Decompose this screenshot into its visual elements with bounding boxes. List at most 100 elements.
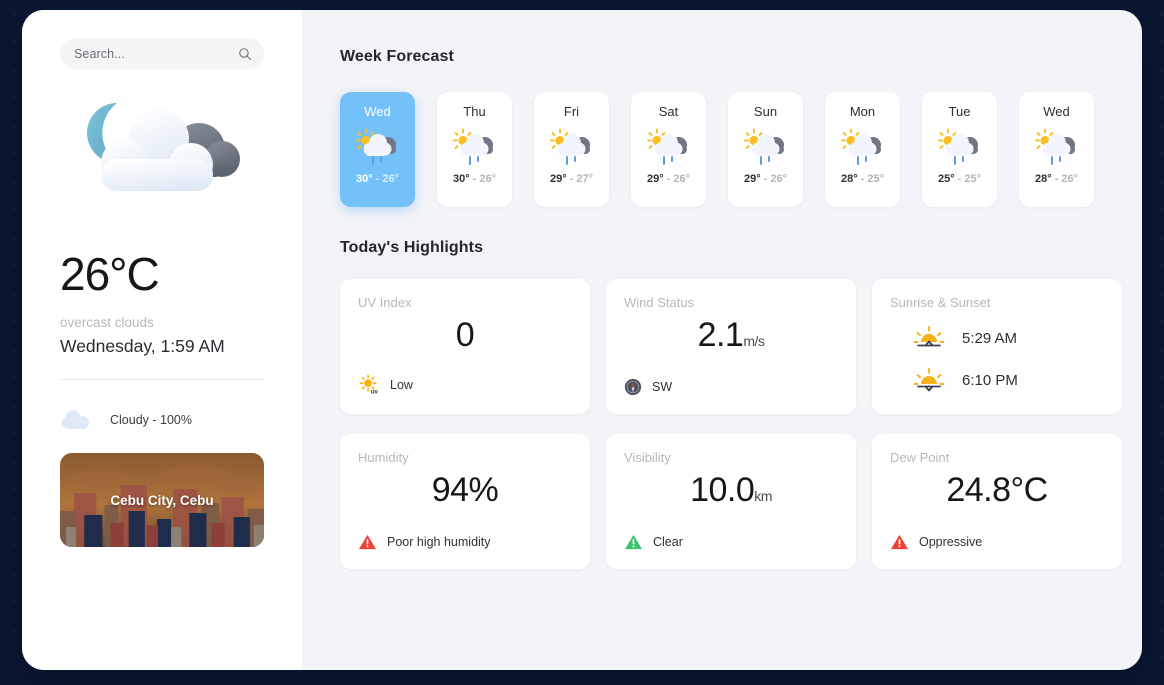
dew-point-status: Oppressive	[919, 535, 983, 549]
forecast-low: 26°	[770, 173, 788, 185]
sunrise-time: 5:29 AM	[962, 329, 1018, 347]
sun-cloud-rain-icon	[840, 125, 886, 169]
sunrise-icon	[913, 326, 945, 347]
highlight-card-uv-index: UV Index 0 uv Low	[340, 279, 590, 414]
highlights-grid: UV Index 0 uv Low Wind Status 2.1m/s SW …	[340, 279, 1122, 569]
sun-cloud-rain-icon	[743, 125, 789, 169]
compass-icon	[624, 378, 642, 396]
forecast-high: 30°	[355, 173, 373, 185]
cloudiness-label: Cloudy - 100%	[110, 413, 192, 427]
highlights-title: Today's Highlights	[340, 239, 484, 256]
forecast-low: 26°	[479, 173, 497, 185]
search-input[interactable]	[74, 46, 238, 61]
uv-sun-icon: uv	[359, 374, 379, 395]
sunset-icon	[913, 368, 945, 392]
sunrise-sunset-label: Sunrise & Sunset	[890, 295, 991, 310]
dew-point-value: 24.8°C	[946, 471, 1048, 509]
weather-app-window: 26°C overcast clouds Wednesday, 1:59 AM …	[22, 10, 1142, 670]
forecast-day-card[interactable]: Wed 28° - 26°	[1019, 92, 1094, 207]
highlight-card-sunrise-sunset: Sunrise & Sunset 5:29 AM 6:10 PM	[872, 279, 1122, 414]
search-icon[interactable]	[238, 47, 252, 61]
sun-cloud-rain-icon	[355, 125, 401, 169]
cloudiness-row: Cloudy - 100%	[60, 409, 264, 431]
forecast-sep: -	[954, 173, 965, 185]
current-datetime: Wednesday, 1:59 AM	[60, 336, 225, 356]
sidebar: 26°C overcast clouds Wednesday, 1:59 AM …	[22, 10, 302, 670]
forecast-day-card[interactable]: Wed 30° - 26°	[340, 92, 415, 207]
visibility-label: Visibility	[624, 450, 671, 465]
forecast-low: 25°	[867, 173, 885, 185]
warning-triangle-icon	[890, 534, 909, 550]
forecast-day-name: Wed	[364, 104, 391, 119]
forecast-day-name: Mon	[849, 104, 876, 119]
forecast-sep: -	[372, 173, 383, 185]
forecast-high: 29°	[646, 173, 664, 185]
sidebar-divider	[60, 379, 264, 380]
svg-text:uv: uv	[371, 389, 379, 395]
forecast-low: 25°	[964, 173, 982, 185]
forecast-day-name: Thu	[463, 104, 486, 119]
forecast-low: 26°	[673, 173, 691, 185]
forecast-low: 26°	[1061, 173, 1079, 185]
search-bar[interactable]	[60, 38, 264, 69]
forecast-high: 25°	[937, 173, 955, 185]
current-temperature: 26°C	[60, 248, 160, 300]
wind-status-unit: m/s	[743, 333, 765, 349]
forecast-day-name: Fri	[563, 104, 580, 119]
forecast-day-card[interactable]: Fri 29° - 27°	[534, 92, 609, 207]
week-forecast-list: Wed 30° - 26° Thu 30° - 26° Fri 29° - 27…	[340, 92, 1096, 207]
highlight-card-visibility: Visibility 10.0km Clear	[606, 434, 856, 569]
city-card[interactable]: Cebu City, Cebu	[60, 453, 264, 547]
humidity-value: 94%	[431, 471, 499, 509]
uv-index-status: Low	[390, 378, 413, 392]
sun-cloud-rain-icon	[549, 125, 595, 169]
forecast-day-name: Wed	[1043, 104, 1070, 119]
current-condition: overcast clouds	[60, 315, 154, 330]
sun-cloud-rain-icon	[646, 125, 692, 169]
cloud-icon	[61, 410, 89, 429]
forecast-sep: -	[469, 173, 480, 185]
forecast-day-name: Sun	[753, 104, 778, 119]
dew-point-label: Dew Point	[890, 450, 950, 465]
warning-triangle-icon	[358, 534, 377, 550]
main-content: Week Forecast Wed 30° - 26° Thu 30° - 26…	[302, 10, 1142, 670]
forecast-day-card[interactable]: Sat 29° - 26°	[631, 92, 706, 207]
sun-cloud-rain-icon	[1034, 125, 1080, 169]
city-name-label: Cebu City, Cebu	[110, 492, 214, 508]
wind-status-value: 2.1	[697, 316, 744, 354]
forecast-day-card[interactable]: Mon 28° - 25°	[825, 92, 900, 207]
forecast-day-name: Sat	[658, 104, 679, 119]
humidity-label: Humidity	[358, 450, 409, 465]
forecast-day-card[interactable]: Sun 29° - 26°	[728, 92, 803, 207]
forecast-sep: -	[857, 173, 868, 185]
visibility-value: 10.0	[690, 471, 755, 509]
highlight-card-dew-point: Dew Point 24.8°C Oppressive	[872, 434, 1122, 569]
ok-triangle-icon	[624, 534, 643, 550]
forecast-low: 27°	[576, 173, 594, 185]
forecast-sep: -	[663, 173, 674, 185]
highlight-card-wind-status: Wind Status 2.1m/s SW	[606, 279, 856, 414]
forecast-sep: -	[1051, 173, 1062, 185]
forecast-sep: -	[760, 173, 771, 185]
sun-cloud-rain-icon	[452, 125, 498, 169]
highlight-card-humidity: Humidity 94% Poor high humidity	[340, 434, 590, 569]
forecast-high: 29°	[743, 173, 761, 185]
uv-index-value: 0	[455, 316, 475, 354]
forecast-high: 29°	[549, 173, 567, 185]
week-forecast-title: Week Forecast	[340, 48, 454, 65]
forecast-day-card[interactable]: Thu 30° - 26°	[437, 92, 512, 207]
humidity-status: Poor high humidity	[387, 535, 491, 549]
forecast-day-card[interactable]: Tue 25° - 25°	[922, 92, 997, 207]
forecast-high: 30°	[452, 173, 470, 185]
wind-status-label: Wind Status	[624, 295, 695, 310]
forecast-low: 26°	[382, 173, 400, 185]
sunset-time: 6:10 PM	[962, 371, 1018, 389]
visibility-unit: km	[754, 488, 772, 504]
sun-cloud-rain-icon	[937, 125, 983, 169]
forecast-sep: -	[566, 173, 577, 185]
forecast-day-name: Tue	[948, 104, 971, 119]
uv-index-label: UV Index	[358, 295, 412, 310]
visibility-status: Clear	[653, 535, 683, 549]
forecast-high: 28°	[1034, 173, 1052, 185]
wind-status-direction: SW	[652, 380, 673, 394]
